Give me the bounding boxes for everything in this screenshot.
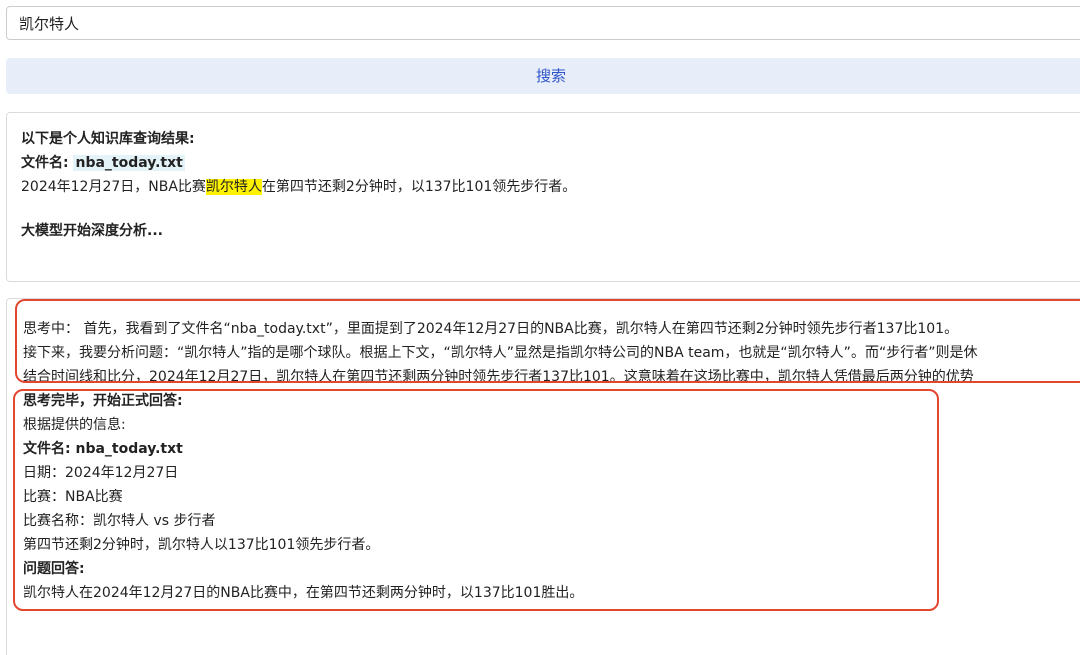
answer-question-header: 问题回答: [23, 561, 85, 577]
search-button[interactable]: 搜索 [6, 58, 1080, 94]
answer-score-line: 第四节还剩2分钟时，凯尔特人以137比101领先步行者。 [23, 537, 380, 553]
answer-match-name-line: 比赛名称：凯尔特人 vs 步行者 [23, 513, 216, 529]
kb-file-line: 文件名: nba_today.txt [21, 151, 1080, 175]
kb-result-header: 以下是个人知识库查询结果: [21, 131, 195, 147]
answer-header: 思考完毕，开始正式回答: [23, 393, 183, 409]
answer-box: 思考完毕，开始正式回答: 根据提供的信息: 文件名: nba_today.txt… [13, 389, 939, 611]
kb-content-before: 2024年12月27日，NBA比赛 [21, 179, 206, 195]
kb-content-after: 在第四节还剩2分钟时，以137比101领先步行者。 [261, 179, 577, 195]
thinking-line: 接下来，我要分析问题：“凯尔特人”指的是哪个球队。根据上下文，“凯尔特人”显然是… [23, 345, 978, 361]
analysis-start-text: 大模型开始深度分析... [21, 223, 163, 239]
thinking-box: 思考中： 首先，我看到了文件名“nba_today.txt”，里面提到了2024… [15, 299, 1080, 383]
kb-file-name: nba_today.txt [73, 155, 185, 171]
kb-file-label: 文件名: [21, 155, 74, 171]
thinking-line: 结合时间线和比分，2024年12月27日，凯尔特人在第四节还剩两分钟时领先步行者… [23, 369, 974, 383]
page: 搜索 以下是个人知识库查询结果: 文件名: nba_today.txt 2024… [0, 0, 1080, 655]
answer-date-line: 日期：2024年12月27日 [23, 465, 179, 481]
kb-content-highlight: 凯尔特人 [205, 179, 262, 195]
model-output-panel: 思考中： 首先，我看到了文件名“nba_today.txt”，里面提到了2024… [6, 298, 1080, 655]
answer-question-answer: 凯尔特人在2024年12月27日的NBA比赛中，在第四节还剩两分钟时，以137比… [23, 585, 584, 601]
knowledge-base-result-panel: 以下是个人知识库查询结果: 文件名: nba_today.txt 2024年12… [6, 112, 1080, 282]
search-input[interactable] [6, 6, 1080, 40]
thinking-line: 思考中： 首先，我看到了文件名“nba_today.txt”，里面提到了2024… [23, 321, 959, 337]
answer-intro: 根据提供的信息: [23, 417, 126, 433]
kb-content-line: 2024年12月27日，NBA比赛凯尔特人在第四节还剩2分钟时，以137比101… [21, 175, 1080, 199]
answer-file-line: 文件名: nba_today.txt [23, 441, 183, 457]
answer-match-line: 比赛：NBA比赛 [23, 489, 123, 505]
